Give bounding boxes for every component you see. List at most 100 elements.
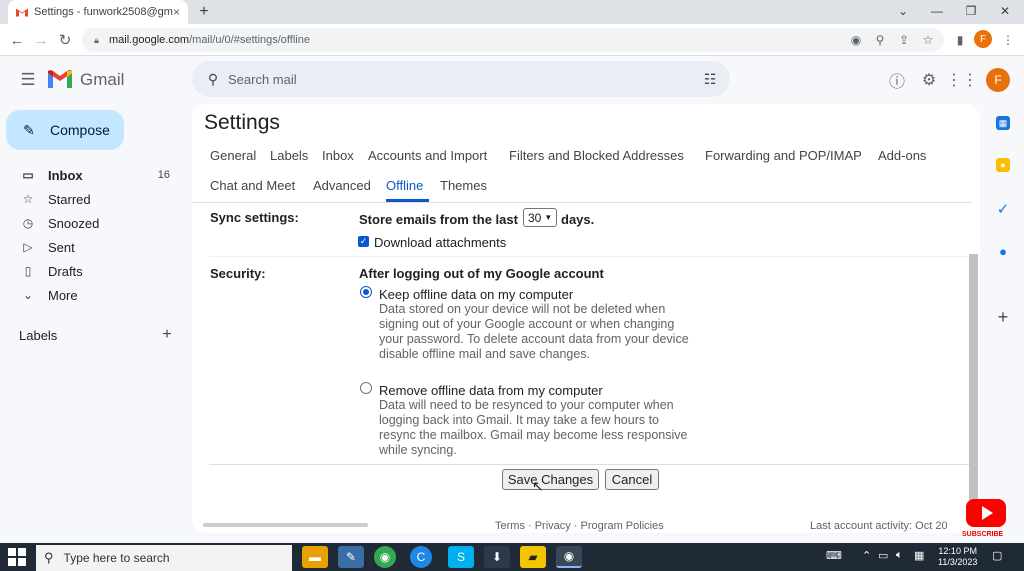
sticky-notes-icon[interactable]: ▰ [520, 546, 546, 568]
tab-chat-and-meet[interactable]: Chat and Meet [210, 178, 295, 193]
download-attachments-checkbox[interactable]: ✓ [358, 236, 369, 247]
tabs-divider [192, 202, 972, 203]
settings-gear-icon[interactable]: ⚙ [916, 68, 942, 92]
cancel-button[interactable]: Cancel [605, 469, 659, 490]
keep-icon[interactable]: ● [996, 158, 1010, 172]
tab-filters[interactable]: Filters and Blocked Addresses [509, 148, 684, 163]
sidebar-item-label: Drafts [48, 263, 83, 279]
gmail-wordmark[interactable]: Gmail [80, 70, 124, 90]
compose-label: Compose [50, 122, 110, 138]
tab-search-icon[interactable]: ⌄ [886, 0, 920, 22]
minimize-button[interactable]: — [920, 0, 954, 22]
tab-labels[interactable]: Labels [270, 148, 308, 163]
tab-forwarding[interactable]: Forwarding and POP/IMAP [705, 148, 862, 163]
search-options-icon[interactable]: ☷ [690, 71, 730, 88]
remove-offline-data-radio[interactable] [360, 382, 372, 394]
sync-days-select[interactable]: 30 ▼ [523, 208, 557, 227]
gmail-logo-icon[interactable] [48, 70, 72, 88]
tab-offline[interactable]: Offline [386, 178, 423, 193]
send-icon: ▷ [23, 240, 33, 254]
main-menu-icon[interactable]: ☰ [16, 68, 40, 92]
chrome-active-icon[interactable]: ◉ [556, 546, 582, 568]
forward-arrow-icon[interactable]: → [30, 29, 52, 51]
last-account-activity[interactable]: Last account activity: Oct 20 [810, 520, 948, 532]
maximize-button[interactable]: ❐ [954, 0, 988, 22]
tab-add-ons[interactable]: Add-ons [878, 148, 926, 163]
chrome-icon[interactable]: ◉ [374, 546, 396, 568]
notepad-icon[interactable]: ✎ [338, 546, 364, 568]
sync-days-value: 30 [528, 210, 542, 225]
taskbar-search[interactable]: ⚲ Type here to search [36, 545, 292, 571]
share-icon[interactable]: ⇪ [894, 28, 914, 52]
search-input[interactable]: Search mail [228, 72, 690, 87]
language-icon[interactable]: ▦ [914, 549, 924, 562]
taskbar-search-input[interactable]: Type here to search [64, 551, 170, 565]
back-arrow-icon[interactable]: ← [6, 29, 28, 51]
vertical-scrollbar[interactable] [969, 254, 978, 518]
clock-icon: ◷ [22, 216, 34, 230]
keyboard-icon[interactable]: ⌨ [826, 549, 842, 562]
sidebar-item-drafts[interactable]: ▯ Drafts [0, 259, 186, 283]
file-explorer-icon[interactable]: ▬ [302, 546, 328, 568]
url-path: /mail/u/0/#settings/offline [189, 34, 310, 46]
network-icon[interactable]: ▭ [878, 549, 888, 562]
sidebar-item-label: Inbox [48, 167, 83, 183]
sidebar-item-label: Sent [48, 239, 75, 255]
add-label-button[interactable]: + [158, 326, 176, 344]
installer-icon[interactable]: ⬇ [484, 546, 510, 568]
bookmark-star-icon[interactable]: ☆ [918, 28, 938, 52]
tab-accounts-and-import[interactable]: Accounts and Import [368, 148, 487, 163]
eye-icon[interactable]: ◉ [846, 28, 866, 52]
account-avatar[interactable]: F [986, 68, 1010, 92]
tab-advanced[interactable]: Advanced [313, 178, 371, 193]
address-bar[interactable]: 🔒︎ mail.google.com/mail/u/0/#settings/of… [82, 28, 944, 52]
section-divider [209, 256, 969, 257]
remove-offline-data-description: Data will need to be resynced to your co… [379, 398, 688, 457]
footer-links[interactable]: Terms · Privacy · Program Policies [495, 520, 664, 532]
sidebar-item-inbox[interactable]: ▭ Inbox 16 [0, 163, 186, 187]
contacts-icon[interactable]: ● [993, 241, 1013, 261]
sidebar-item-starred[interactable]: ☆ Starred [0, 187, 186, 211]
download-attachments-label[interactable]: Download attachments [374, 235, 506, 250]
taskbar-clock[interactable]: 12:10 PM 11/3/2023 [938, 546, 977, 568]
search-icon[interactable]: ⚲ [202, 71, 224, 88]
tab-themes[interactable]: Themes [440, 178, 487, 193]
reload-icon[interactable]: ↻ [54, 29, 76, 51]
browser-menu-icon[interactable]: ⋮ [998, 28, 1018, 52]
calendar-icon[interactable]: ▦ [996, 116, 1010, 130]
volume-icon[interactable]: 🔈︎ [896, 549, 903, 562]
keep-offline-data-label[interactable]: Keep offline data on my computer [379, 287, 573, 302]
gmail-favicon-icon [16, 8, 28, 17]
c-app-icon[interactable]: C [410, 546, 432, 568]
skype-icon[interactable]: S [448, 546, 474, 568]
zoom-icon[interactable]: ⚲ [870, 28, 890, 52]
remove-offline-data-label[interactable]: Remove offline data from my computer [379, 383, 603, 398]
lock-icon: 🔒︎ [94, 34, 99, 45]
apps-grid-icon[interactable]: ⋮⋮ [946, 68, 978, 92]
save-changes-button[interactable]: Save Changes [502, 469, 599, 490]
tab-general[interactable]: General [210, 148, 256, 163]
search-bar[interactable]: ⚲ Search mail ☷ [192, 61, 730, 97]
browser-profile-avatar[interactable]: F [974, 30, 992, 48]
side-panel-icon[interactable]: ▮ [950, 28, 970, 52]
help-icon[interactable]: ⓘ [884, 68, 910, 92]
tab-inbox[interactable]: Inbox [322, 148, 354, 163]
get-add-ons-icon[interactable]: + [993, 307, 1013, 327]
youtube-subscribe-icon[interactable] [966, 499, 1006, 527]
browser-tab[interactable]: Settings - funwork2508@gmail.c × [8, 0, 188, 24]
browser-tab-title: Settings - funwork2508@gmail.c [34, 6, 173, 18]
sidebar-item-snoozed[interactable]: ◷ Snoozed [0, 211, 186, 235]
windows-start-icon[interactable] [8, 548, 26, 566]
new-tab-button[interactable]: + [194, 2, 214, 22]
compose-button[interactable]: ✎ Compose [6, 110, 124, 150]
close-window-button[interactable]: ✕ [988, 0, 1022, 22]
tasks-icon[interactable]: ✓ [993, 199, 1013, 219]
inbox-icon: ▭ [22, 168, 34, 182]
notifications-icon[interactable]: ▢ [992, 549, 1002, 562]
sidebar-item-more[interactable]: ⌄ More [0, 283, 186, 307]
keep-offline-data-radio[interactable] [360, 286, 372, 298]
tab-close-icon[interactable]: × [173, 5, 180, 19]
tray-chevron-icon[interactable]: ⌃ [862, 549, 871, 562]
sidebar-item-sent[interactable]: ▷ Sent [0, 235, 186, 259]
horizontal-scrollbar[interactable] [203, 523, 368, 527]
